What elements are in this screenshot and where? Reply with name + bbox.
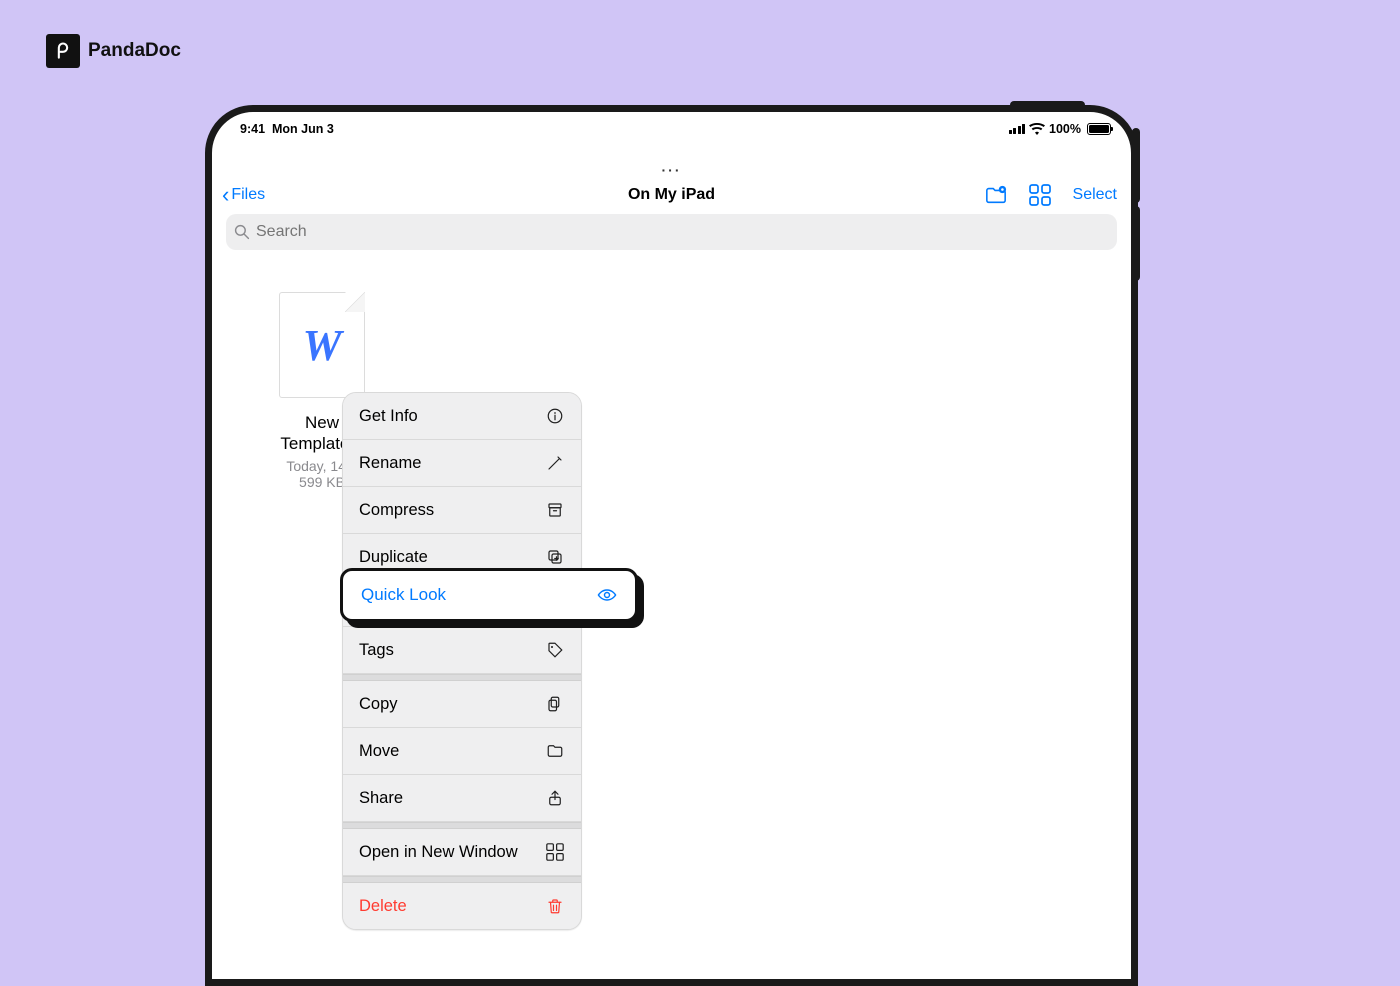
signal-icon: [1009, 124, 1026, 134]
menu-label: Compress: [359, 501, 434, 520]
menu-label: Open in New Window: [359, 843, 518, 862]
pandadoc-brand: PandaDoc: [46, 34, 181, 68]
status-bar: 9:41 Mon Jun 3 100%: [212, 112, 1131, 136]
more-dots-icon[interactable]: ···: [212, 162, 1131, 178]
menu-move[interactable]: Move: [343, 728, 581, 775]
tag-icon: [545, 640, 565, 660]
trash-icon: [545, 896, 565, 916]
menu-separator: [343, 876, 581, 883]
pencil-icon: [545, 453, 565, 473]
status-date: Mon Jun 3: [272, 122, 334, 136]
menu-rename[interactable]: Rename: [343, 440, 581, 487]
battery-percent: 100%: [1049, 122, 1081, 136]
menu-label: Duplicate: [359, 548, 428, 567]
search-icon: [234, 224, 250, 240]
menu-quick-look[interactable]: Quick Look: [340, 568, 638, 622]
menu-share[interactable]: Share: [343, 775, 581, 822]
menu-separator: [343, 822, 581, 829]
grid-view-icon[interactable]: [1029, 184, 1051, 206]
duplicate-icon: [545, 547, 565, 567]
menu-get-info[interactable]: Get Info: [343, 393, 581, 440]
eye-icon: [597, 585, 617, 605]
nav-bar: ‹ Files On My iPad Select: [212, 178, 1131, 214]
wifi-icon: [1029, 123, 1045, 135]
menu-compress[interactable]: Compress: [343, 487, 581, 534]
ipad-frame: 9:41 Mon Jun 3 100% ··· ‹ Files On My iP…: [205, 105, 1138, 986]
pandadoc-label: PandaDoc: [88, 40, 181, 62]
menu-copy[interactable]: Copy: [343, 681, 581, 728]
menu-label: Delete: [359, 897, 407, 916]
back-label: Files: [231, 186, 265, 204]
word-doc-icon: W: [302, 320, 341, 371]
menu-label: Quick Look: [361, 585, 446, 605]
search-bar[interactable]: [226, 214, 1117, 250]
share-icon: [545, 788, 565, 808]
battery-icon: [1087, 123, 1111, 135]
menu-delete[interactable]: Delete: [343, 883, 581, 929]
menu-label: Get Info: [359, 407, 418, 426]
folder-icon: [545, 741, 565, 761]
pandadoc-icon: [46, 34, 80, 68]
menu-label: Rename: [359, 454, 421, 473]
menu-separator: [343, 674, 581, 681]
archive-icon: [545, 500, 565, 520]
info-icon: [545, 406, 565, 426]
select-button[interactable]: Select: [1073, 186, 1117, 204]
menu-label: Tags: [359, 641, 394, 660]
context-menu: Get Info Rename Compress Duplicate: [342, 392, 582, 930]
page-title: On My iPad: [628, 186, 715, 204]
file-thumbnail: W: [279, 292, 365, 398]
copy-icon: [545, 694, 565, 714]
back-button[interactable]: ‹ Files: [222, 184, 265, 206]
window-grid-icon: [545, 842, 565, 862]
chevron-left-icon: ‹: [222, 184, 229, 206]
menu-label: Move: [359, 742, 399, 761]
status-time: 9:41: [240, 122, 265, 136]
menu-open-new-window[interactable]: Open in New Window: [343, 829, 581, 876]
menu-label: Share: [359, 789, 403, 808]
folder-badge-icon[interactable]: [985, 184, 1007, 206]
search-input[interactable]: [256, 223, 1109, 241]
menu-label: Copy: [359, 695, 398, 714]
menu-tags[interactable]: Tags: [343, 627, 581, 674]
